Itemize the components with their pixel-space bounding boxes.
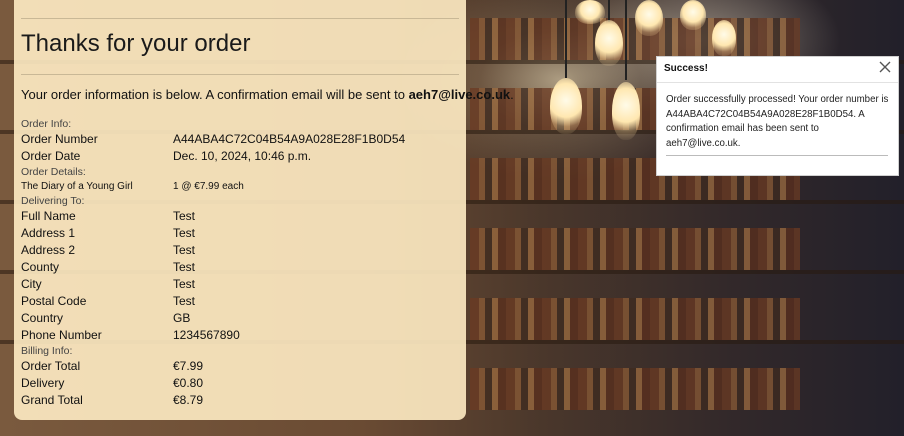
row-value: Test (173, 277, 196, 291)
row-key: City (21, 277, 42, 291)
row-key: Delivery (21, 376, 65, 390)
success-toast: Success! Order successfully processed! Y… (656, 56, 899, 176)
section-label-order-details: Order Details: (21, 166, 86, 178)
row-value: Test (173, 294, 196, 308)
toast-message: Order successfully processed! Your order… (666, 94, 889, 149)
delivery-row-full-name: Full Name Test (21, 208, 461, 225)
order-date: Dec. 10, 2024, 10:46 p.m. (173, 149, 312, 163)
delivery-row-address-1: Address 1 Test (21, 225, 461, 242)
item-title: The Diary of a Young Girl (21, 181, 133, 192)
row-key: Order Date (21, 149, 81, 163)
order-number-row: Order Number A44ABA4C72C04B54A9A028E28F1… (21, 131, 461, 148)
delivery-row-country: Country GB (21, 310, 461, 327)
item-qty-price: 1 @ €7.99 each (173, 181, 244, 192)
row-value: Test (173, 226, 196, 240)
order-summary: Order Info: Order Number A44ABA4C72C04B5… (21, 117, 461, 409)
delivery-row-address-2: Address 2 Test (21, 242, 461, 259)
row-key: Full Name (21, 209, 76, 223)
row-key: Phone Number (21, 328, 102, 342)
delivery-row-postal-code: Postal Code Test (21, 293, 461, 310)
order-confirmation-panel: Thanks for your order Your order informa… (14, 0, 514, 420)
section-label-order-info: Order Info: (21, 118, 72, 130)
order-date-row: Order Date Dec. 10, 2024, 10:46 p.m. (21, 148, 461, 165)
row-value: GB (173, 311, 191, 325)
row-value: €0.80 (173, 376, 204, 390)
row-key: Order Total (21, 359, 81, 373)
close-icon[interactable] (878, 60, 892, 74)
row-key: Country (21, 311, 64, 325)
divider (666, 155, 888, 156)
row-value: €8.79 (173, 393, 204, 407)
row-key: Address 1 (21, 226, 76, 240)
divider (21, 18, 459, 19)
delivery-row-phone-number: Phone Number 1234567890 (21, 327, 461, 344)
row-value: 1234567890 (173, 328, 240, 342)
row-value: €7.99 (173, 359, 204, 373)
toast-header: Success! (657, 57, 898, 83)
section-label-billing-info: Billing Info: (21, 345, 73, 357)
line-item: The Diary of a Young Girl 1 @ €7.99 each (21, 179, 461, 194)
toast-title: Success! (664, 63, 708, 74)
delivery-row-county: County Test (21, 259, 461, 276)
divider (21, 74, 459, 75)
row-key: Grand Total (21, 393, 83, 407)
customer-email: aeh7@live.co.uk (408, 87, 511, 102)
billing-row-grand-total: Grand Total €8.79 (21, 392, 461, 409)
row-value: Test (173, 243, 196, 257)
order-number: A44ABA4C72C04B54A9A028E28F1B0D54 (173, 132, 406, 146)
row-key: Address 2 (21, 243, 76, 257)
row-value: Test (173, 209, 196, 223)
billing-row-delivery: Delivery €0.80 (21, 375, 461, 392)
billing-row-order-total: Order Total €7.99 (21, 358, 461, 375)
row-key: Postal Code (21, 294, 87, 308)
row-value: Test (173, 260, 196, 274)
page-title: Thanks for your order (21, 30, 251, 57)
confirmation-lead-text: Your order information is below. A confi… (21, 87, 514, 102)
section-label-delivering-to: Delivering To: (21, 195, 85, 207)
delivery-row-city: City Test (21, 276, 461, 293)
row-key: County (21, 260, 60, 274)
row-key: Order Number (21, 132, 98, 146)
